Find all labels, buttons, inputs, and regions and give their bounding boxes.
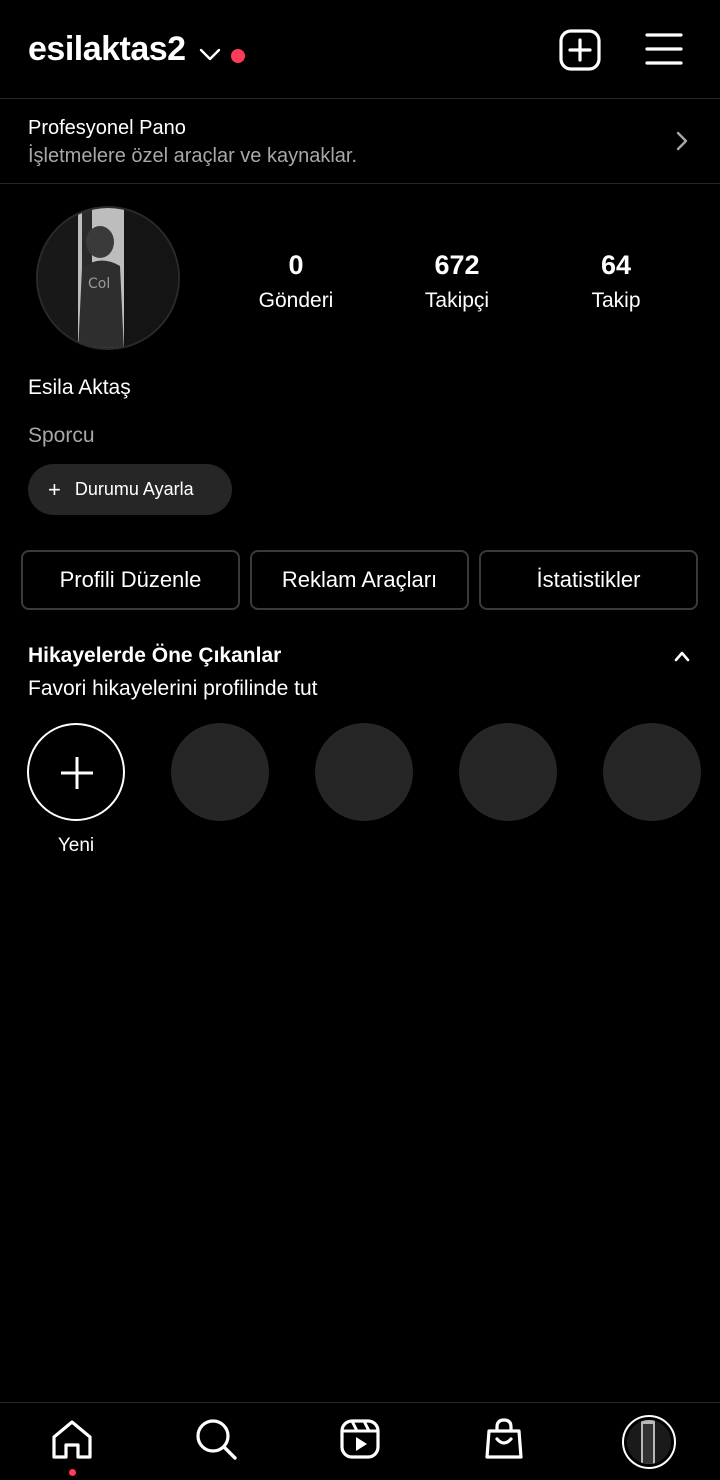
account-username[interactable]: esilaktas2	[28, 30, 186, 69]
reels-icon[interactable]	[338, 1417, 382, 1461]
chevron-up-icon[interactable]	[672, 646, 692, 666]
followers-label: Takipçi	[424, 289, 490, 312]
posts-stat[interactable]: 0 Gönderi	[216, 250, 376, 313]
followers-stat[interactable]: 672 Takipçi	[377, 250, 537, 313]
notification-dot	[231, 49, 245, 63]
posts-count: 0	[288, 250, 304, 280]
posts-label: Gönderi	[258, 289, 334, 312]
divider	[0, 183, 720, 184]
chevron-down-icon[interactable]	[198, 44, 222, 64]
insights-button[interactable]: İstatistikler	[479, 550, 698, 610]
top-bar: esilaktas2	[0, 0, 720, 98]
new-highlight-button[interactable]	[27, 723, 125, 821]
ad-tools-button[interactable]: Reklam Araçları	[250, 550, 469, 610]
profile-avatar[interactable]: Col	[36, 206, 180, 350]
svg-text:Col: Col	[88, 276, 110, 292]
following-label: Takip	[591, 289, 641, 312]
chevron-right-icon	[676, 131, 688, 151]
pro-dashboard-title: Profesyonel Pano	[28, 117, 186, 139]
profile-full-name: Esila Aktaş	[28, 376, 131, 399]
pro-dashboard-subtitle: İşletmelere özel araçlar ve kaynaklar.	[28, 145, 358, 167]
highlight-placeholder	[171, 723, 269, 821]
menu-icon[interactable]	[644, 30, 684, 70]
set-status-button[interactable]: + Durumu Ayarla	[28, 464, 232, 515]
plus-icon: +	[48, 476, 61, 502]
home-notification-dot	[69, 1469, 76, 1476]
followers-count: 672	[434, 250, 480, 280]
edit-profile-button[interactable]: Profili Düzenle	[21, 550, 240, 610]
shop-icon[interactable]	[482, 1417, 526, 1461]
new-highlight-label: Yeni	[57, 835, 95, 856]
plus-icon	[61, 757, 93, 789]
avatar-photo	[627, 1420, 671, 1464]
highlight-placeholder	[315, 723, 413, 821]
highlight-placeholder	[459, 723, 557, 821]
set-status-label: Durumu Ayarla	[74, 479, 194, 499]
bottom-navigation	[0, 1402, 720, 1480]
profile-tab-avatar[interactable]	[622, 1415, 676, 1469]
following-stat[interactable]: 64 Takip	[536, 250, 696, 313]
home-icon[interactable]	[50, 1417, 94, 1461]
search-icon[interactable]	[194, 1417, 238, 1461]
following-count: 64	[600, 250, 632, 280]
professional-dashboard-link[interactable]: Profesyonel Pano İşletmelere özel araçla…	[0, 99, 720, 183]
profile-category: Sporcu	[28, 424, 95, 447]
create-post-icon[interactable]	[558, 28, 602, 72]
highlights-title: Hikayelerde Öne Çıkanlar	[28, 644, 282, 667]
highlights-subtitle: Favori hikayelerini profilinde tut	[28, 677, 318, 700]
avatar-photo: Col	[38, 208, 178, 348]
highlight-placeholder	[603, 723, 701, 821]
